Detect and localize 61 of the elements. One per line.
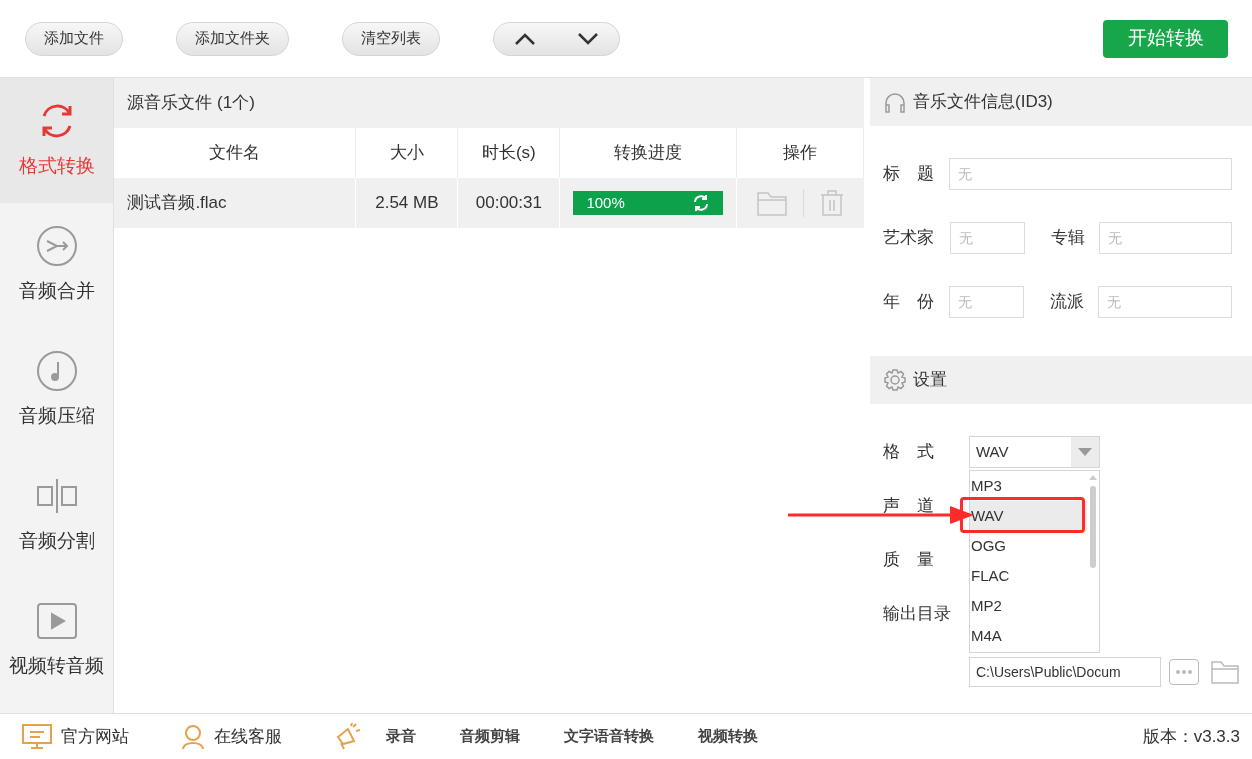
dropdown-option[interactable]: WAV bbox=[970, 501, 1087, 531]
version-label: 版本：v3.3.3 bbox=[1142, 725, 1240, 748]
sidebar-item[interactable]: 音频压缩 bbox=[0, 328, 114, 453]
field-label: 质 量 bbox=[883, 549, 935, 572]
table-cell: 00:00:31 bbox=[458, 178, 561, 228]
monitor-icon bbox=[22, 723, 52, 750]
gear-icon bbox=[883, 368, 907, 392]
list-title: 源音乐文件 (1个) bbox=[114, 78, 865, 128]
dropdown-option[interactable]: FLAC bbox=[970, 561, 1087, 591]
tool-link[interactable]: 视频转换 bbox=[698, 725, 758, 748]
refresh-icon bbox=[692, 194, 711, 212]
table-cell: 2.54 MB bbox=[356, 178, 459, 228]
field-label: 流派 bbox=[1050, 291, 1085, 314]
person-icon bbox=[181, 723, 205, 750]
folder-icon[interactable] bbox=[1211, 660, 1239, 684]
more-icon bbox=[1176, 670, 1192, 674]
tool-link[interactable]: 录音 bbox=[386, 725, 416, 748]
output-path-field[interactable]: C:\Users\Public\Docum bbox=[969, 657, 1161, 687]
toolbar-button[interactable]: 清空列表 bbox=[342, 21, 440, 56]
format-select[interactable]: WAV bbox=[969, 436, 1100, 468]
year-field[interactable]: 无 bbox=[949, 286, 1024, 318]
tool-link[interactable]: 音频剪辑 bbox=[460, 725, 520, 748]
field-label: 年 份 bbox=[883, 291, 935, 314]
dropdown-option[interactable]: OGG bbox=[970, 531, 1087, 561]
merge-icon bbox=[35, 225, 78, 268]
headphones-icon bbox=[883, 90, 907, 114]
section-title: 设置 bbox=[913, 369, 947, 392]
sidebar-item[interactable]: 音频合并 bbox=[0, 203, 114, 328]
field-label: 声 道 bbox=[883, 495, 935, 518]
progress-label: 100% bbox=[586, 192, 625, 213]
caret-icon bbox=[1078, 448, 1092, 456]
sidebar-item[interactable]: 音频分割 bbox=[0, 453, 114, 578]
field-label: 标 题 bbox=[883, 163, 935, 186]
genre-field[interactable]: 无 bbox=[1098, 286, 1232, 318]
field-label: 专辑 bbox=[1051, 227, 1086, 250]
field-label: 输出目录 bbox=[883, 603, 952, 626]
sidebar-item[interactable]: 格式转换 bbox=[0, 78, 114, 203]
trash-icon[interactable] bbox=[820, 190, 845, 216]
field-label: 格 式 bbox=[883, 441, 935, 464]
megaphone-icon bbox=[334, 722, 362, 751]
more-button[interactable] bbox=[1169, 659, 1199, 685]
dropdown-option[interactable]: M4A bbox=[970, 621, 1087, 651]
music-note-icon bbox=[35, 350, 78, 393]
footer-link[interactable]: 在线客服 bbox=[181, 723, 282, 750]
chevron-down-icon[interactable] bbox=[576, 31, 599, 46]
sidebar-item[interactable]: 视频转音频 bbox=[0, 578, 114, 703]
footer-link[interactable]: 官方网站 bbox=[22, 723, 129, 750]
dropdown-option[interactable]: MP3 bbox=[970, 471, 1087, 501]
field-label: 艺术家 bbox=[883, 227, 935, 250]
album-field[interactable]: 无 bbox=[1099, 222, 1232, 254]
dropdown-option[interactable]: MP2 bbox=[970, 591, 1087, 621]
folder-icon[interactable] bbox=[757, 190, 788, 216]
tool-link[interactable]: 文字语音转换 bbox=[564, 725, 654, 748]
table-cell: 测试音频.flac bbox=[114, 178, 357, 228]
toolbar-button[interactable]: 添加文件夹 bbox=[176, 21, 289, 56]
artist-field[interactable]: 无 bbox=[950, 222, 1025, 254]
section-title: 音乐文件信息(ID3) bbox=[913, 91, 1053, 114]
toolbar-button[interactable]: 添加文件 bbox=[25, 21, 123, 56]
title-field[interactable]: 无 bbox=[949, 158, 1232, 190]
scroll-up-icon[interactable] bbox=[1089, 475, 1097, 480]
chevron-up-icon[interactable] bbox=[514, 31, 537, 46]
